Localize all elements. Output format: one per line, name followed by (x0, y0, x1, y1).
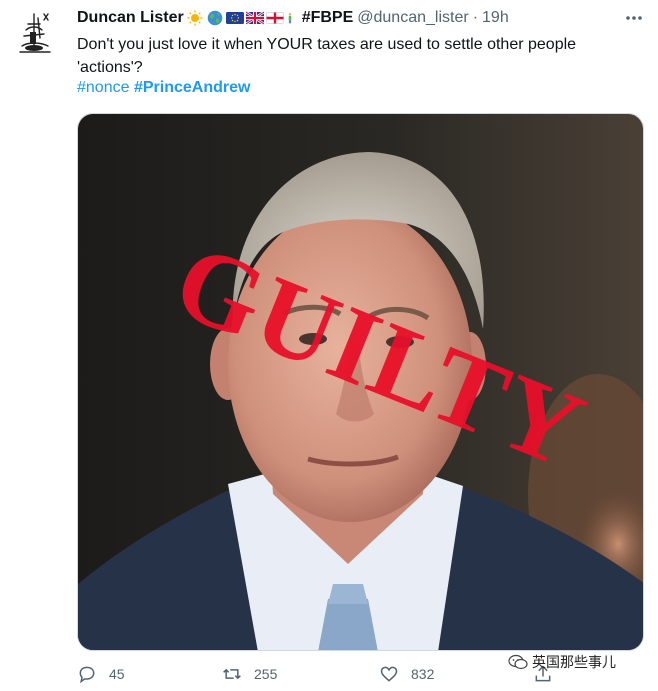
reply-icon (79, 666, 95, 684)
like-count: 832 (411, 666, 435, 682)
author-emojis (186, 10, 298, 26)
earth-icon (207, 10, 222, 26)
uk-flag-icon (245, 10, 264, 26)
more-options-icon[interactable] (622, 9, 646, 27)
watermark-text: 英国那些事儿 (532, 654, 616, 670)
reply-button[interactable]: 45 (77, 664, 125, 684)
tweet-header: Duncan Lister #FBPE @duncan_lister · 19h (77, 8, 509, 28)
retweet-count: 255 (254, 666, 278, 682)
hashtag-nonce[interactable]: #nonce (77, 79, 130, 96)
retweet-icon (223, 668, 241, 680)
watermark: 英国那些事儿 (508, 652, 616, 672)
hashtag-princeandrew[interactable]: #PrinceAndrew (134, 79, 250, 96)
sun-icon (187, 10, 203, 26)
tweet-image[interactable]: GUILTY (77, 113, 644, 651)
tweet-time[interactable]: 19h (482, 9, 509, 27)
author-name[interactable]: Duncan Lister (77, 9, 184, 27)
heart-icon (380, 666, 398, 682)
photo: GUILTY (78, 114, 643, 650)
wechat-icon (508, 654, 528, 670)
separator-dot: · (472, 9, 479, 26)
avatar[interactable] (14, 8, 56, 58)
person-icon (288, 13, 292, 24)
england-flag-icon (265, 12, 284, 24)
reply-count: 45 (109, 666, 125, 682)
retweet-button[interactable]: 255 (222, 664, 277, 684)
eu-flag-icon (225, 12, 244, 24)
tweet[interactable]: Duncan Lister #FBPE @duncan_lister · 19h… (0, 0, 658, 691)
tweet-text: Don't you just love it when YOUR taxes a… (77, 36, 577, 76)
author-handle[interactable]: @duncan_lister (357, 9, 468, 27)
tweet-hashtags: #nonce #PrinceAndrew (77, 78, 250, 98)
author-tag: #FBPE (301, 9, 354, 26)
like-button[interactable]: 832 (379, 664, 434, 684)
